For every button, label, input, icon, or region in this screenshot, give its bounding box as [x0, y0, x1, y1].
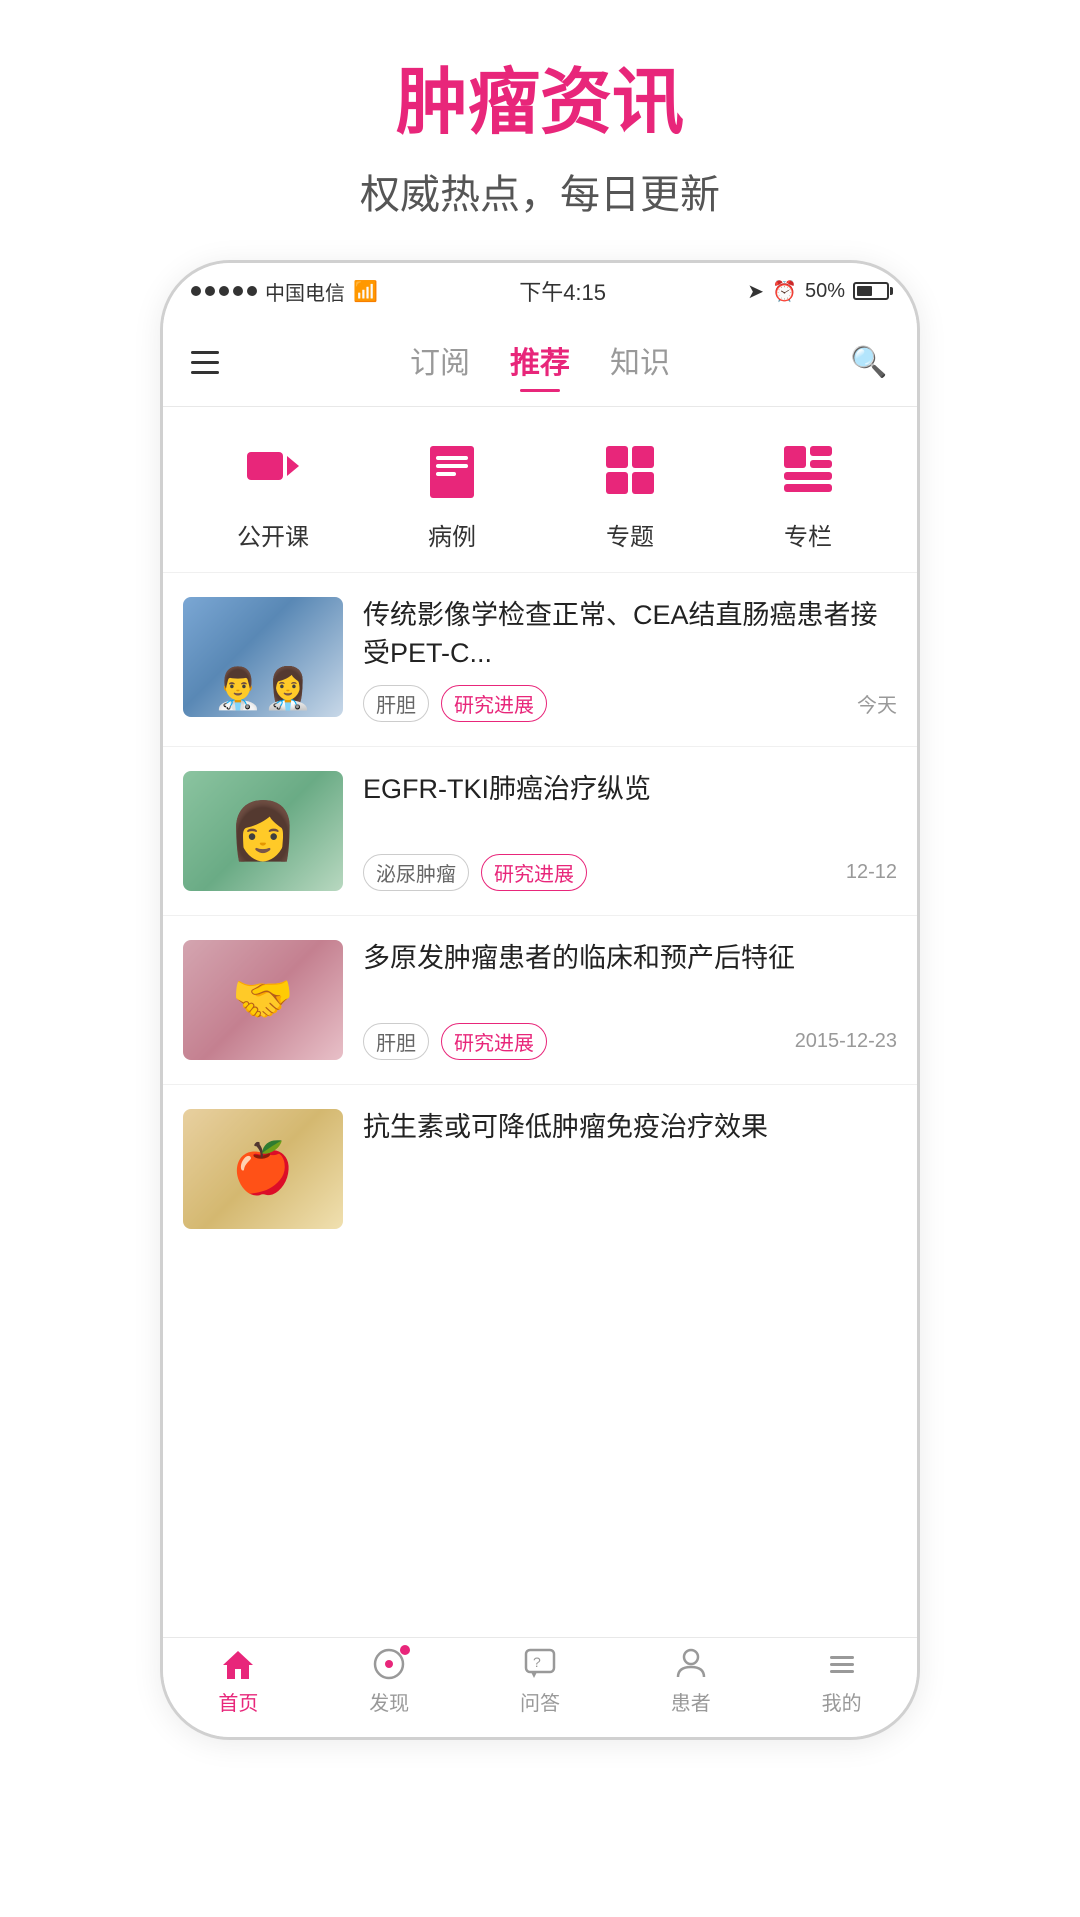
- tab-subscribe[interactable]: 订阅: [410, 338, 470, 388]
- bottom-tab-qa[interactable]: ? 问答: [465, 1647, 616, 1716]
- topic-icon: [602, 442, 658, 498]
- article-tag-1[interactable]: 泌尿肿瘤: [363, 854, 469, 891]
- article-tag-1[interactable]: 肝胆: [363, 1023, 429, 1060]
- category-open-course[interactable]: 公开课: [237, 435, 309, 552]
- article-title: 传统影像学检查正常、CEA结直肠癌患者接受PET-C...: [363, 597, 897, 673]
- article-tag-2[interactable]: 研究进展: [441, 685, 547, 722]
- patient-icon: [674, 1647, 708, 1681]
- nav-bar: 订阅 推荐 知识 🔍: [163, 319, 917, 407]
- status-bar: 中国电信 📶 下午4:15 ➤ ⏰ 50%: [163, 263, 917, 319]
- bottom-tab-bar: 首页 发现 ?: [163, 1637, 917, 1737]
- category-bar: 公开课 病例: [163, 407, 917, 573]
- tab-recommend[interactable]: 推荐: [510, 338, 570, 388]
- badge-dot: [400, 1645, 410, 1655]
- category-column[interactable]: 专栏: [773, 435, 843, 552]
- article-title: 多原发肿瘤患者的临床和预产后特征: [363, 940, 897, 978]
- category-case[interactable]: 病例: [417, 435, 487, 552]
- signal-bars: [191, 286, 257, 296]
- phone-frame: 中国电信 📶 下午4:15 ➤ ⏰ 50% 订阅: [160, 260, 920, 1740]
- bottom-tab-home[interactable]: 首页: [163, 1647, 314, 1716]
- bottom-tab-mine[interactable]: 我的: [766, 1647, 917, 1716]
- battery-percent: 50%: [805, 280, 845, 303]
- article-tag-1[interactable]: 肝胆: [363, 685, 429, 722]
- article-item[interactable]: 多原发肿瘤患者的临床和预产后特征 肝胆 研究进展 2015-12-23: [163, 916, 917, 1085]
- menu-icon[interactable]: [183, 335, 239, 391]
- time-display: 下午4:15: [519, 275, 606, 307]
- article-item[interactable]: EGFR-TKI肺癌治疗纵览 泌尿肿瘤 研究进展 12-12: [163, 747, 917, 916]
- bottom-tab-home-label: 首页: [218, 1687, 258, 1716]
- article-tag-2[interactable]: 研究进展: [441, 1023, 547, 1060]
- tab-knowledge[interactable]: 知识: [610, 338, 670, 388]
- home-icon: [221, 1647, 255, 1681]
- article-thumbnail: [183, 771, 343, 891]
- bottom-tab-discover-label: 发现: [369, 1687, 409, 1716]
- carrier-label: 中国电信: [265, 277, 345, 306]
- bottom-tab-discover[interactable]: 发现: [314, 1647, 465, 1716]
- article-tag-2[interactable]: 研究进展: [481, 854, 587, 891]
- category-label-case: 病例: [428, 517, 476, 552]
- article-date: 12-12: [846, 861, 897, 884]
- article-date: 2015-12-23: [795, 1030, 897, 1053]
- article-date: 今天: [857, 689, 897, 718]
- category-label-topic: 专题: [606, 517, 654, 552]
- article-thumbnail: [183, 597, 343, 717]
- article-item[interactable]: 抗生素或可降低肿瘤免疫治疗效果: [163, 1085, 917, 1253]
- column-icon: [780, 442, 836, 498]
- bottom-tab-patient[interactable]: 患者: [615, 1647, 766, 1716]
- mine-icon: [825, 1647, 859, 1681]
- search-icon[interactable]: 🔍: [841, 335, 897, 391]
- article-title: EGFR-TKI肺癌治疗纵览: [363, 771, 897, 809]
- video-icon: [245, 442, 301, 498]
- article-thumbnail: [183, 1109, 343, 1229]
- article-title: 抗生素或可降低肿瘤免疫治疗效果: [363, 1109, 897, 1147]
- category-topic[interactable]: 专题: [595, 435, 665, 552]
- wifi-icon: 📶: [353, 279, 378, 304]
- alarm-icon: ⏰: [772, 279, 797, 304]
- article-thumbnail: [183, 940, 343, 1060]
- page-header: 肿瘤资讯 权威热点，每日更新: [360, 60, 720, 220]
- battery-icon: [853, 282, 889, 300]
- bottom-tab-patient-label: 患者: [671, 1687, 711, 1716]
- article-list: 传统影像学检查正常、CEA结直肠癌患者接受PET-C... 肝胆 研究进展 今天…: [163, 573, 917, 1637]
- category-label-column: 专栏: [784, 517, 832, 552]
- article-icon: [424, 442, 480, 498]
- article-item[interactable]: 传统影像学检查正常、CEA结直肠癌患者接受PET-C... 肝胆 研究进展 今天: [163, 573, 917, 747]
- page-title: 肿瘤资讯: [360, 60, 720, 146]
- svg-text:?: ?: [533, 1654, 541, 1670]
- qa-icon: ?: [523, 1647, 557, 1681]
- location-icon: ➤: [747, 279, 764, 304]
- category-label-open-course: 公开课: [237, 517, 309, 552]
- bottom-tab-mine-label: 我的: [822, 1687, 862, 1716]
- page-subtitle: 权威热点，每日更新: [360, 162, 720, 220]
- bottom-tab-qa-label: 问答: [520, 1687, 560, 1716]
